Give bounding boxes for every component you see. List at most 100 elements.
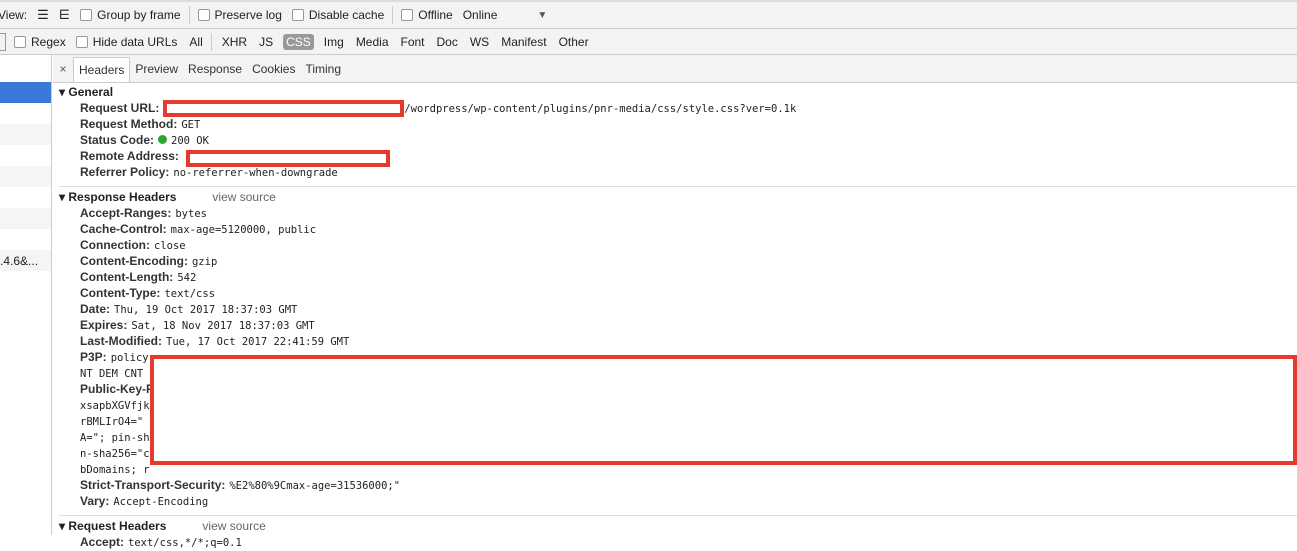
header-value: %E2%80%9Cmax-age=31536000;" xyxy=(229,480,401,492)
header-row: Date: Thu, 19 Oct 2017 18:37:03 GMT xyxy=(53,301,1297,317)
header-value: n-sha256="c xyxy=(80,448,150,460)
header-row: Last-Modified: Tue, 17 Oct 2017 22:41:59 … xyxy=(53,333,1297,349)
header-row: Vary: Accept-Encoding xyxy=(53,493,1297,509)
tab-preview[interactable]: Preview xyxy=(130,57,183,82)
filter-input[interactable] xyxy=(0,32,6,51)
filter-ws[interactable]: WS xyxy=(468,34,491,50)
filter-js[interactable]: JS xyxy=(257,34,275,50)
header-value: Thu, 19 Oct 2017 18:37:03 GMT xyxy=(114,304,298,316)
header-key: Content-Type: xyxy=(80,286,161,300)
list-item[interactable] xyxy=(0,208,51,229)
tab-timing[interactable]: Timing xyxy=(300,57,346,82)
hide-data-urls-checkbox[interactable]: Hide data URLs xyxy=(75,34,178,49)
header-value: text/css,*/*;q=0.1 xyxy=(128,537,242,549)
list-item[interactable]: .4.6&... xyxy=(0,250,51,271)
list-item[interactable] xyxy=(0,124,51,145)
group-by-frame-checkbox[interactable]: Group by frame xyxy=(80,8,181,22)
request-headers-section-toggle[interactable]: ▾ Request Headers view source xyxy=(53,518,1297,534)
header-value: xsapbXGVfjk xyxy=(80,400,150,412)
large-rows-icon[interactable]: ☰ xyxy=(37,7,49,23)
header-row: Accept: text/css,*/*;q=0.1 xyxy=(53,534,1297,550)
header-row: Request Method: GET xyxy=(53,116,1297,132)
list-item-selected[interactable] xyxy=(0,82,51,103)
throttle-value: Online xyxy=(462,8,498,22)
list-item[interactable] xyxy=(0,103,51,124)
header-key: Strict-Transport-Security: xyxy=(80,478,226,492)
header-key: Accept: xyxy=(80,535,125,549)
filter-font[interactable]: Font xyxy=(399,34,427,50)
header-key: Cache-Control: xyxy=(80,222,167,236)
section-title: General xyxy=(68,85,114,99)
header-row: Strict-Transport-Security: %E2%80%9Cmax-a… xyxy=(53,477,1297,493)
header-value: rBMLIrO4=" xyxy=(80,416,144,428)
header-row: Content-Type: text/css xyxy=(53,285,1297,301)
list-item[interactable] xyxy=(0,187,51,208)
header-value: Sat, 18 Nov 2017 18:37:03 GMT xyxy=(131,320,315,332)
header-value: text/css xyxy=(164,288,216,300)
filter-manifest[interactable]: Manifest xyxy=(499,34,548,50)
network-toolbar: View: ☰ ⋿ Group by frame Preserve log Di… xyxy=(0,0,1297,29)
filter-doc[interactable]: Doc xyxy=(435,34,460,50)
general-section-toggle[interactable]: ▾ General xyxy=(53,84,1297,100)
divider xyxy=(59,186,1297,187)
chevron-down-icon: ▼ xyxy=(537,9,548,21)
status-ok-icon xyxy=(158,135,168,144)
list-item[interactable] xyxy=(0,166,51,187)
header-row: Connection: close xyxy=(53,237,1297,253)
header-value: gzip xyxy=(191,256,218,268)
tab-cookies[interactable]: Cookies xyxy=(247,57,300,82)
header-key: Vary: xyxy=(80,494,110,508)
header-key: P3P: xyxy=(80,350,107,364)
list-item[interactable] xyxy=(0,229,51,250)
filter-other[interactable]: Other xyxy=(557,34,591,50)
preserve-log-label: Preserve log xyxy=(214,8,282,22)
list-item-name: .4.6&... xyxy=(0,254,39,268)
overview-icon[interactable]: ⋿ xyxy=(59,7,70,23)
filter-bar: Regex Hide data URLs All XHR JS CSS Img … xyxy=(0,29,1297,55)
divider xyxy=(59,515,1297,516)
header-row: Content-Length: 542 xyxy=(53,269,1297,285)
detail-tabs: × Headers Preview Response Cookies Timin… xyxy=(53,55,1297,83)
header-value: 200 OK xyxy=(171,135,209,147)
header-key: Request Method: xyxy=(80,117,178,131)
filter-xhr[interactable]: XHR xyxy=(220,34,249,50)
header-value: NT DEM CNT xyxy=(80,368,144,380)
header-value: 542 xyxy=(177,272,197,284)
tab-headers[interactable]: Headers xyxy=(73,57,131,82)
divider xyxy=(210,32,212,51)
regex-checkbox[interactable]: Regex xyxy=(14,35,66,49)
response-headers-section-toggle[interactable]: ▾ Response Headers view source xyxy=(53,189,1297,205)
list-header xyxy=(0,55,51,82)
filter-media[interactable]: Media xyxy=(354,34,391,50)
header-value: close xyxy=(154,240,186,252)
tab-response[interactable]: Response xyxy=(183,57,247,82)
header-value: Tue, 17 Oct 2017 22:41:59 GMT xyxy=(166,336,350,348)
header-row: Cache-Control: max-age=5120000, public xyxy=(53,221,1297,237)
preserve-log-checkbox[interactable]: Preserve log xyxy=(197,8,282,22)
offline-checkbox[interactable]: Offline xyxy=(401,8,453,22)
header-key: Content-Encoding: xyxy=(80,254,188,268)
filter-img[interactable]: Img xyxy=(322,34,346,50)
view-source-link[interactable]: view source xyxy=(202,519,265,533)
view-source-link[interactable]: view source xyxy=(212,190,275,204)
close-icon[interactable]: × xyxy=(53,57,73,82)
header-value: bDomains; r xyxy=(80,464,150,476)
header-value: /wordpress/wp-content/plugins/pnr-media/… xyxy=(404,103,797,115)
hide-data-urls-label: Hide data URLs xyxy=(92,34,178,49)
view-label: View: xyxy=(0,8,28,22)
header-key: Expires: xyxy=(80,318,128,332)
header-row: Accept-Ranges: bytes xyxy=(53,205,1297,221)
header-value: GET xyxy=(181,119,201,131)
header-key: Referrer Policy: xyxy=(80,165,170,179)
header-key: Accept-Ranges: xyxy=(80,206,172,220)
filter-all[interactable]: All xyxy=(187,34,204,50)
redaction-box xyxy=(163,100,404,117)
list-item[interactable] xyxy=(0,145,51,166)
throttle-select[interactable]: Online ▼ xyxy=(463,8,548,22)
disable-cache-label: Disable cache xyxy=(308,8,385,22)
group-by-frame-label: Group by frame xyxy=(97,8,181,22)
header-value: policy xyxy=(110,352,149,364)
disable-cache-checkbox[interactable]: Disable cache xyxy=(291,8,385,22)
filter-css[interactable]: CSS xyxy=(283,33,314,50)
header-key: Connection: xyxy=(80,238,150,252)
